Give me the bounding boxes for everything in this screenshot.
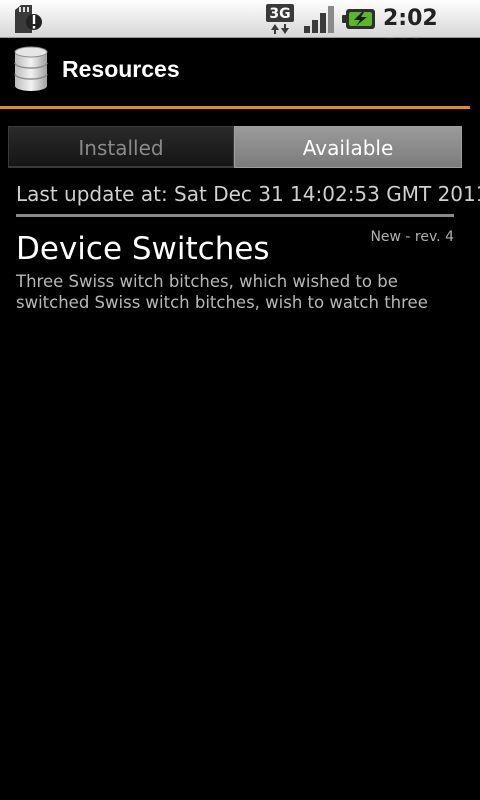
- page-title: Resources: [62, 56, 180, 82]
- tab-available[interactable]: Available: [234, 126, 462, 168]
- header-divider: [0, 106, 470, 109]
- tab-bar: Installed Available: [8, 126, 462, 168]
- sd-card-warning-icon: [15, 5, 42, 33]
- resource-title: Device Switches: [16, 231, 270, 267]
- tab-installed[interactable]: Installed: [8, 126, 234, 168]
- last-update-text: Last update at: Sat Dec 31 14:02:53 GMT …: [16, 182, 480, 206]
- battery-charging-icon: [342, 9, 375, 29]
- 3g-data-icon: 3G: [266, 4, 294, 34]
- database-icon: [14, 46, 48, 91]
- title-bar: Resources: [0, 39, 480, 106]
- resource-status: New - rev. 4: [370, 229, 454, 245]
- status-clock: 2:02 PM: [383, 6, 438, 61]
- signal-strength-icon: [304, 6, 334, 33]
- section-divider: [16, 214, 454, 217]
- status-bar: 3G 2:02 PM: [0, 0, 480, 61]
- network-type-label: 3G: [269, 6, 290, 22]
- resource-description: Three Swiss witch bitches, which wished …: [16, 272, 428, 312]
- list-item[interactable]: Device Switches New - rev. 4 Three Swiss…: [0, 222, 480, 322]
